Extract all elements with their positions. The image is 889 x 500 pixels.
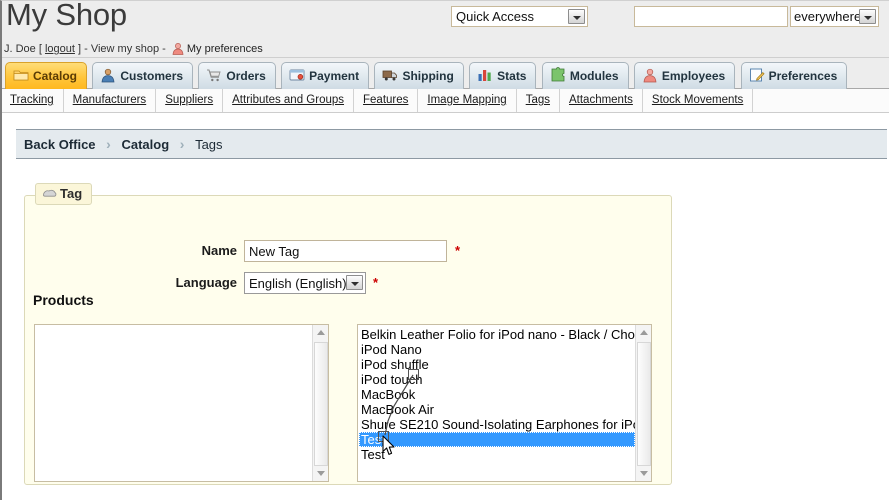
user-avatar-icon: [171, 42, 185, 55]
breadcrumb-section[interactable]: Catalog: [121, 137, 169, 152]
tab-stats[interactable]: Stats: [469, 62, 537, 89]
tab-label: Employees: [661, 69, 726, 83]
tab-catalog[interactable]: Catalog: [5, 62, 88, 89]
catalog-subnav: Tracking Manufacturers Suppliers Attributes…: [2, 89, 889, 113]
tab-label: Catalog: [33, 69, 78, 83]
puzzle-icon: [550, 66, 566, 82]
search-scope-label: everywhere: [794, 9, 862, 24]
tab-payment[interactable]: Payment: [281, 62, 370, 89]
user-name-prefix: J. Doe [: [4, 43, 45, 55]
tab-orders[interactable]: Orders: [198, 62, 276, 89]
name-label: Name: [201, 243, 237, 258]
search-input[interactable]: [635, 7, 787, 26]
selected-products-list[interactable]: [35, 325, 312, 481]
chevron-right-icon: ›: [106, 136, 111, 152]
panel-legend: Tag: [35, 183, 93, 205]
language-select[interactable]: English (English): [244, 272, 366, 294]
logout-link[interactable]: logout: [45, 43, 75, 55]
field-row-name: Name New Tag *: [25, 240, 671, 264]
subnav-item-attributes-groups[interactable]: Attributes and Groups: [223, 89, 355, 112]
tab-label: Preferences: [768, 69, 838, 83]
search-field-wrapper[interactable]: [634, 6, 788, 27]
scroll-down-arrow-icon[interactable]: [313, 465, 328, 481]
subnav-item-tracking[interactable]: Tracking: [8, 89, 64, 112]
language-select-value: English (English): [249, 276, 347, 291]
chevron-down-icon[interactable]: [859, 9, 876, 24]
tab-label: Payment: [309, 69, 360, 83]
tag-icon: [42, 186, 57, 199]
search-scope-select[interactable]: everywhere: [790, 6, 879, 27]
list-item[interactable]: Test: [359, 432, 635, 447]
list-item[interactable]: Test: [359, 447, 635, 462]
products-section-title: Products: [33, 292, 94, 308]
tab-preferences[interactable]: Preferences: [740, 62, 848, 89]
main-tab-bar: Catalog Customers Orders Payment Shippin…: [2, 58, 889, 120]
subnav-item-image-mapping[interactable]: Image Mapping: [418, 89, 517, 112]
employee-icon: [642, 66, 658, 83]
subnav-item-suppliers[interactable]: Suppliers: [156, 89, 224, 112]
tab-label: Modules: [569, 69, 619, 83]
breadcrumb: Back Office › Catalog › Tags: [16, 129, 887, 159]
user-info-line: J. Doe [ logout ] - View my shop - My pr…: [4, 42, 263, 55]
shop-title: My Shop: [6, 0, 127, 32]
name-field-value: New Tag: [249, 244, 300, 259]
chevron-down-icon[interactable]: [568, 9, 585, 24]
available-products-listbox[interactable]: Belkin Leather Folio for iPod nano - Bla…: [357, 324, 652, 482]
chevron-right-icon: ›: [179, 136, 185, 152]
tab-modules[interactable]: Modules: [541, 62, 629, 89]
quick-access-select[interactable]: Quick Access: [451, 6, 588, 27]
bar-chart-icon: [477, 66, 493, 82]
subnav-item-manufacturers[interactable]: Manufacturers: [64, 89, 157, 112]
scrollbar-vertical[interactable]: [635, 325, 651, 481]
subnav-item-tags[interactable]: Tags: [517, 89, 560, 112]
scroll-up-arrow-icon[interactable]: [636, 325, 651, 341]
app-window: My Shop J. Doe [ logout ] - View my shop…: [0, 0, 889, 500]
scrollbar-vertical[interactable]: [312, 325, 328, 481]
panel-legend-label: Tag: [60, 186, 83, 201]
list-item[interactable]: MacBook: [359, 387, 635, 402]
edit-note-icon: [749, 66, 765, 82]
chevron-down-icon[interactable]: [346, 275, 363, 290]
main-content: Back Office › Catalog › Tags Tag Name Ne…: [2, 113, 889, 493]
truck-icon: [382, 66, 398, 82]
language-required-marker: *: [373, 275, 379, 290]
name-field[interactable]: New Tag: [244, 240, 447, 262]
subnav-item-stock-movements[interactable]: Stock Movements: [643, 89, 754, 112]
my-preferences-link[interactable]: My preferences: [187, 43, 263, 55]
subnav-item-attachments[interactable]: Attachments: [560, 89, 643, 112]
view-shop-text: ] - View my shop -: [74, 43, 169, 55]
tab-label: Stats: [497, 69, 527, 83]
list-item[interactable]: Shure SE210 Sound-Isolating Earphones fo…: [359, 417, 635, 432]
scrollbar-thumb[interactable]: [637, 342, 651, 466]
list-item[interactable]: iPod Nano: [359, 342, 635, 357]
tab-employees[interactable]: Employees: [633, 62, 736, 89]
language-label: Language: [175, 275, 237, 290]
breadcrumb-current: Tags: [195, 137, 223, 152]
breadcrumb-root[interactable]: Back Office: [24, 137, 96, 152]
payment-icon: [289, 66, 305, 82]
folder-icon: [13, 66, 29, 82]
scroll-down-arrow-icon[interactable]: [636, 465, 651, 481]
tab-shipping[interactable]: Shipping: [374, 62, 464, 89]
list-item[interactable]: Belkin Leather Folio for iPod nano - Bla…: [359, 327, 635, 342]
selected-products-listbox[interactable]: [34, 324, 329, 482]
available-products-list[interactable]: Belkin Leather Folio for iPod nano - Bla…: [358, 325, 635, 481]
customer-icon: [100, 66, 116, 83]
tag-form-panel: Tag Name New Tag * Language English (Eng…: [24, 183, 672, 485]
scrollbar-thumb[interactable]: [314, 342, 328, 466]
quick-access-label: Quick Access: [456, 9, 535, 24]
list-item[interactable]: iPod shuffle: [359, 357, 635, 372]
tab-customers[interactable]: Customers: [92, 62, 194, 89]
subnav-item-features[interactable]: Features: [354, 89, 419, 112]
list-item[interactable]: iPod touch: [359, 372, 635, 387]
tab-label: Shipping: [402, 69, 454, 83]
name-required-marker: *: [455, 243, 461, 258]
field-row-language: Language English (English) *: [25, 272, 671, 296]
tab-label: Customers: [120, 69, 184, 83]
cart-icon: [206, 66, 222, 82]
page-header: My Shop J. Doe [ logout ] - View my shop…: [2, 1, 889, 58]
tab-label: Orders: [226, 69, 266, 83]
scroll-up-arrow-icon[interactable]: [313, 325, 328, 341]
list-item[interactable]: MacBook Air: [359, 402, 635, 417]
